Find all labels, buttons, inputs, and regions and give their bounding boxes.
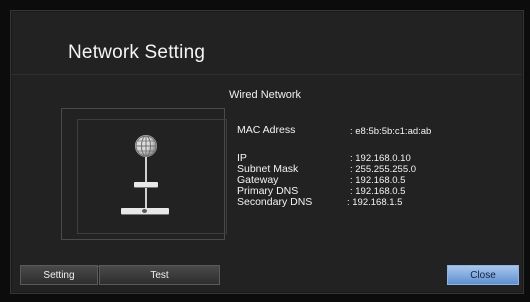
router-icon xyxy=(121,208,169,214)
connection-line-upper xyxy=(145,157,147,182)
header-divider xyxy=(10,74,522,75)
secondary-dns-value: : 192.168.1.5 xyxy=(347,197,403,208)
section-subtitle: Wired Network xyxy=(228,89,302,101)
mac-address-value: : e8:5b:5b:c1:ad:ab xyxy=(350,126,432,137)
primary-dns-value: : 192.168.0.5 xyxy=(350,186,406,197)
subnet-mask-value: : 255.255.255.0 xyxy=(350,164,417,175)
page-title: Network Setting xyxy=(68,42,206,63)
network-device-icon xyxy=(134,182,158,187)
test-button[interactable]: Test xyxy=(99,265,220,285)
secondary-dns-label: Secondary DNS xyxy=(237,196,313,208)
mac-address-label: MAC Adress xyxy=(237,124,296,136)
globe-icon xyxy=(135,135,157,157)
setting-button[interactable]: Setting xyxy=(20,265,98,285)
router-led xyxy=(142,209,147,213)
gateway-value: : 192.168.0.5 xyxy=(350,175,406,186)
ip-value: : 192.168.0.10 xyxy=(350,153,411,164)
connection-line-lower xyxy=(145,188,147,208)
close-button[interactable]: Close xyxy=(447,265,519,285)
